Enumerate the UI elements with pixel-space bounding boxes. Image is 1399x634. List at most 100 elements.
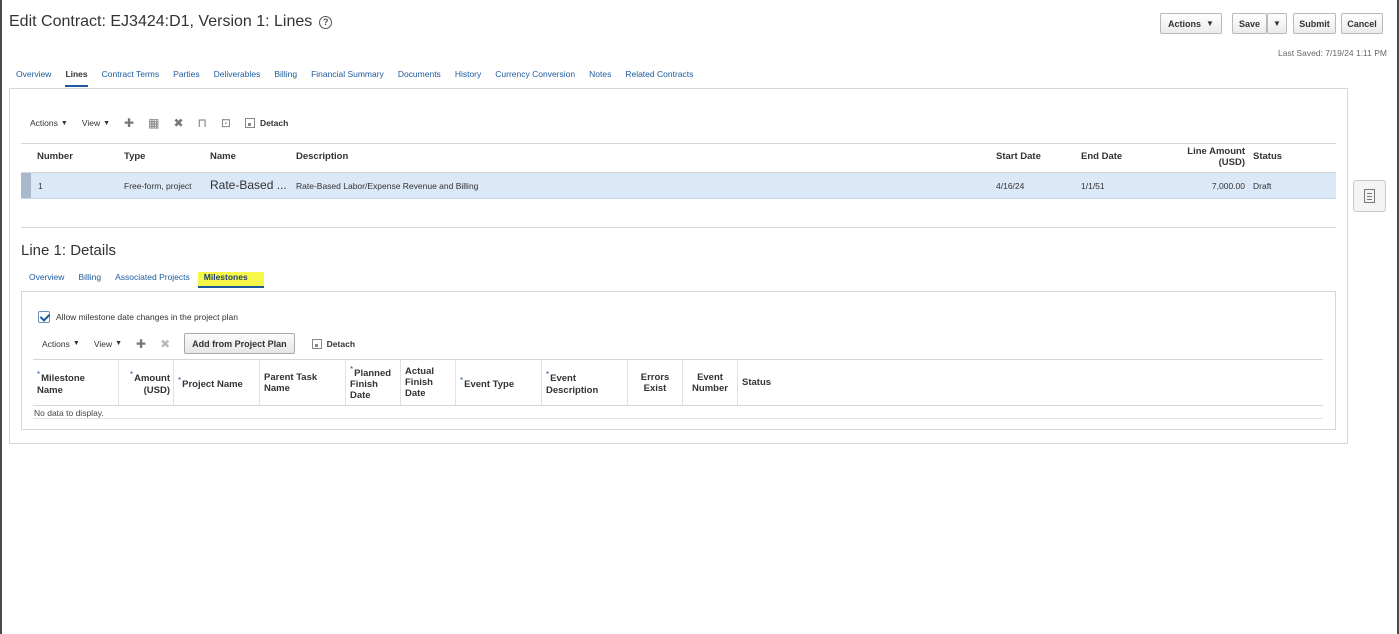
help-icon[interactable]: ? <box>319 15 333 29</box>
table-icon[interactable]: ▦ <box>148 117 159 129</box>
col-line-amount-label: Line Amount <box>1187 146 1245 157</box>
col-planned-1: Planned <box>354 368 392 380</box>
main-tabs: Overview Lines Contract Terms Parties De… <box>16 69 707 87</box>
save-options-button[interactable]: ▼ <box>1267 13 1287 34</box>
cell-status: Draft <box>1253 181 1272 191</box>
add-from-project-plan-button[interactable]: Add from Project Plan <box>184 333 295 354</box>
col-type[interactable]: Type <box>124 151 145 162</box>
milestones-toolbar: Actions ▼ View ▼ ✚ ✖ Add from Project Pl… <box>42 333 355 354</box>
allow-date-change-row: Allow milestone date changes in the proj… <box>38 311 238 323</box>
col-status[interactable]: Status <box>738 360 1323 405</box>
split-icon[interactable]: ⊓ <box>198 117 207 129</box>
col-line-amount[interactable]: Line Amount (USD) <box>1171 146 1245 168</box>
subtab-overview[interactable]: Overview <box>29 272 64 288</box>
col-actual-3: Date <box>405 388 426 399</box>
col-errors-1: Errors <box>640 371 670 383</box>
col-actual-finish-date[interactable]: Actual Finish Date <box>401 360 456 405</box>
col-start-date[interactable]: Start Date <box>996 151 1041 162</box>
cell-name[interactable]: Rate-Based ... <box>210 178 287 192</box>
tab-lines[interactable]: Lines <box>65 69 88 87</box>
subtab-milestones[interactable]: Milestones <box>197 272 264 288</box>
tab-history[interactable]: History <box>455 69 481 87</box>
cancel-button[interactable]: Cancel <box>1341 13 1383 34</box>
col-event-description[interactable]: *Event Description <box>542 360 628 405</box>
tab-parties[interactable]: Parties <box>173 69 199 87</box>
col-project-name[interactable]: *Project Name <box>174 360 260 405</box>
chevron-down-icon: ▼ <box>1273 19 1281 28</box>
allow-date-change-checkbox[interactable] <box>38 311 50 323</box>
lines-detach-button[interactable]: Detach <box>244 118 288 128</box>
col-event-number[interactable]: Event Number <box>683 360 738 405</box>
tab-overview[interactable]: Overview <box>16 69 51 87</box>
ms-view-menu[interactable]: View ▼ <box>94 339 122 349</box>
col-planned-2: Finish <box>350 379 378 391</box>
add-icon[interactable]: ✚ <box>136 338 146 350</box>
actions-label: Actions <box>1168 18 1202 29</box>
lines-toolbar: Actions ▼ View ▼ ✚ ▦ ✖ ⊓ ⊡ Detach <box>30 117 288 129</box>
col-actual-1: Actual <box>405 366 435 377</box>
ms-actions-menu[interactable]: Actions ▼ <box>42 339 80 349</box>
col-status[interactable]: Status <box>1253 151 1282 162</box>
milestones-table: *Milestone Name *Amount (USD) *Project Nam… <box>33 359 1323 406</box>
col-planned-3: Date <box>350 390 371 402</box>
row-selector[interactable] <box>21 173 31 198</box>
last-saved-text: Last Saved: 7/19/24 1:11 PM <box>1278 48 1387 58</box>
lines-actions-menu[interactable]: Actions ▼ <box>30 118 68 128</box>
allow-date-change-label: Allow milestone date changes in the proj… <box>56 312 238 322</box>
delete-icon: ✖ <box>160 336 171 351</box>
col-errors-exist[interactable]: Errors Exist <box>628 360 683 405</box>
chevron-down-icon: ▼ <box>1206 19 1214 28</box>
col-amount-1: Amount <box>134 373 170 385</box>
col-end-date[interactable]: End Date <box>1081 151 1122 162</box>
detach-label: Detach <box>326 338 356 349</box>
cell-type: Free-form, project <box>124 181 192 191</box>
col-event-number-1: Event <box>697 371 723 383</box>
document-icon <box>1364 189 1375 203</box>
tab-billing[interactable]: Billing <box>274 69 297 87</box>
lines-table: Number Type Name Description Start Date … <box>21 143 1336 199</box>
cell-end-date: 1/1/51 <box>1081 181 1105 191</box>
col-line-amount-unit: (USD) <box>1218 157 1245 168</box>
col-amount[interactable]: *Amount (USD) <box>119 360 174 405</box>
submit-button[interactable]: Submit <box>1293 13 1336 34</box>
col-planned-finish-date[interactable]: *Planned Finish Date <box>346 360 401 405</box>
tab-contract-terms[interactable]: Contract Terms <box>102 69 159 87</box>
required-mark: * <box>178 375 182 385</box>
required-mark: * <box>350 364 354 374</box>
export-icon[interactable]: ⊡ <box>221 117 231 129</box>
page-title: Edit Contract: EJ3424:D1, Version 1: Lin… <box>9 13 333 31</box>
chevron-down-icon: ▼ <box>72 340 80 347</box>
col-event-desc-2: Description <box>546 384 599 396</box>
tab-documents[interactable]: Documents <box>398 69 441 87</box>
col-name[interactable]: Name <box>210 151 236 162</box>
subtab-billing[interactable]: Billing <box>78 272 101 288</box>
save-button[interactable]: Save <box>1232 13 1267 34</box>
col-description[interactable]: Description <box>296 151 348 162</box>
table-row[interactable]: 1 Free-form, project Rate-Based ... Rate… <box>21 173 1336 199</box>
tab-financial-summary[interactable]: Financial Summary <box>311 69 384 87</box>
subtab-associated-projects[interactable]: Associated Projects <box>115 272 190 288</box>
milestones-table-header: *Milestone Name *Amount (USD) *Project Nam… <box>33 359 1323 406</box>
side-panel-toggle[interactable] <box>1353 180 1386 212</box>
lines-view-label: View <box>81 118 101 128</box>
actions-menu-button[interactable]: Actions ▼ <box>1160 13 1222 34</box>
required-mark: * <box>546 370 550 380</box>
tab-currency-conversion[interactable]: Currency Conversion <box>495 69 575 87</box>
add-icon[interactable]: ✚ <box>124 117 134 129</box>
tab-related-contracts[interactable]: Related Contracts <box>625 69 693 87</box>
delete-icon[interactable]: ✖ <box>173 117 183 129</box>
tab-deliverables[interactable]: Deliverables <box>214 69 261 87</box>
col-number[interactable]: Number <box>37 151 73 162</box>
col-event-type[interactable]: *Event Type <box>456 360 542 405</box>
col-status-label: Status <box>742 377 772 388</box>
col-amount-2: (USD) <box>143 384 170 396</box>
lines-view-menu[interactable]: View ▼ <box>82 118 110 128</box>
tab-notes[interactable]: Notes <box>589 69 611 87</box>
chevron-down-icon: ▼ <box>103 119 111 127</box>
col-milestone-name[interactable]: *Milestone Name <box>33 360 119 405</box>
ms-detach-button[interactable]: Detach <box>311 338 356 349</box>
col-parent-task-name[interactable]: Parent Task Name <box>260 360 346 405</box>
detach-icon <box>311 338 322 349</box>
ms-actions-label: Actions <box>42 338 70 349</box>
chevron-down-icon: ▼ <box>60 119 68 127</box>
